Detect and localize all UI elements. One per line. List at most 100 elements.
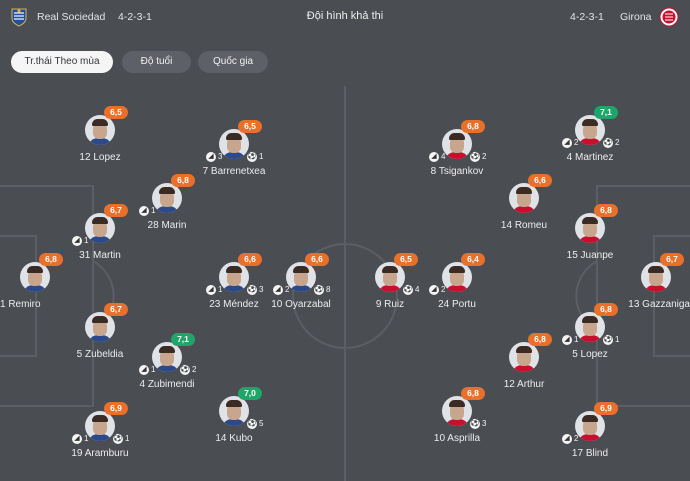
goals-count: 2 [482, 152, 487, 161]
avatar-shirt [23, 285, 47, 292]
player-rating-badge: 7,0 [238, 387, 262, 400]
player-avatar[interactable] [152, 342, 182, 372]
avatar-shirt [378, 285, 402, 292]
goals-stat: ⚽ 2 [603, 137, 619, 148]
assists-stat: ◢ 1 [139, 364, 155, 375]
avatar-shirt [88, 236, 112, 243]
player-avatar[interactable] [219, 129, 249, 159]
avatar-shirt [445, 152, 469, 159]
player-name: 10 Oyarzabal [271, 299, 331, 310]
player-avatar[interactable] [442, 129, 472, 159]
goals-stat: ⚽ 3 [247, 284, 263, 295]
assists-count: 1 [574, 335, 579, 344]
avatar-hair [92, 217, 108, 224]
player-avatar[interactable] [509, 183, 539, 213]
assists-stat: ◢ 3 [206, 151, 222, 162]
ball-icon: ⚽ [247, 418, 257, 429]
avatar-shirt [88, 138, 112, 145]
goals-stat: ⚽ 3 [470, 418, 486, 429]
assists-count: 1 [151, 206, 156, 215]
girona-crest-icon[interactable] [659, 7, 679, 27]
avatar-hair [92, 415, 108, 422]
avatar-shirt [512, 365, 536, 372]
avatar-hair [582, 415, 598, 422]
avatar-hair [92, 316, 108, 323]
tab-age[interactable]: Độ tuổi [122, 51, 191, 73]
player-avatar[interactable] [575, 115, 605, 145]
player-avatar[interactable] [85, 115, 115, 145]
avatar-hair [226, 400, 242, 407]
assists-stat: ◢ 2 [273, 284, 289, 295]
ball-icon: ⚽ [470, 418, 480, 429]
player-avatar[interactable] [575, 411, 605, 441]
player-name: 13 Gazzaniga [628, 299, 690, 310]
player-rating-badge: 6,6 [238, 253, 262, 266]
player-rating-badge: 6,7 [104, 204, 128, 217]
avatar-hair [582, 119, 598, 126]
player-rating-badge: 6,7 [660, 253, 684, 266]
boot-icon: ◢ [72, 235, 82, 246]
goals-stat: ⚽ 1 [113, 433, 129, 444]
player-avatar[interactable] [575, 213, 605, 243]
player-rating-badge: 6,5 [238, 120, 262, 133]
tab-nationality[interactable]: Quốc gia [198, 51, 268, 73]
avatar-hair [92, 119, 108, 126]
goals-stat: ⚽ 1 [247, 151, 263, 162]
ball-icon: ⚽ [247, 151, 257, 162]
match-header: Real Sociedad 4-2-3-1 Đội hình khả thi 4… [0, 0, 690, 34]
avatar-shirt [155, 206, 179, 213]
goals-stat: ⚽ 1 [603, 334, 619, 345]
player-rating-badge: 6,8 [594, 204, 618, 217]
assists-count: 2 [285, 285, 290, 294]
player-rating-badge: 6,8 [528, 333, 552, 346]
ball-icon: ⚽ [113, 433, 123, 444]
goals-count: 1 [125, 434, 130, 443]
goals-count: 1 [615, 335, 620, 344]
player-avatar[interactable] [286, 262, 316, 292]
assists-stat: ◢ 4 [429, 151, 445, 162]
player-avatar[interactable] [20, 262, 50, 292]
avatar-hair [449, 400, 465, 407]
player-avatar[interactable] [442, 262, 472, 292]
player-rating-badge: 6,8 [461, 120, 485, 133]
player-name: 31 Martin [79, 250, 121, 261]
player-avatar[interactable] [85, 411, 115, 441]
avatar-shirt [578, 236, 602, 243]
avatar-hair [159, 346, 175, 353]
player-avatar[interactable] [85, 213, 115, 243]
player-name: 19 Aramburu [71, 448, 129, 459]
assists-count: 1 [84, 434, 89, 443]
player-name: 7 Barrenetxea [202, 166, 266, 177]
avatar-hair [293, 266, 309, 273]
player-avatar[interactable] [509, 342, 539, 372]
avatar-shirt [578, 335, 602, 342]
player-name: 14 Romeu [500, 220, 548, 231]
avatar-shirt [222, 419, 246, 426]
goals-count: 2 [192, 365, 197, 374]
ball-icon: ⚽ [603, 334, 613, 345]
player-avatar[interactable] [442, 396, 472, 426]
assists-count: 3 [218, 152, 223, 161]
player-avatar[interactable] [641, 262, 671, 292]
avatar-hair [516, 187, 532, 194]
player-avatar[interactable] [219, 396, 249, 426]
player-name: 12 Lopez [79, 152, 121, 163]
assists-count: 1 [84, 236, 89, 245]
player-avatar[interactable] [152, 183, 182, 213]
player-name: 15 Juanpe [566, 250, 614, 261]
avatar-hair [449, 266, 465, 273]
boot-icon: ◢ [139, 364, 149, 375]
away-team-name[interactable]: Girona [620, 11, 652, 23]
ball-icon: ⚽ [470, 151, 480, 162]
player-avatar[interactable] [219, 262, 249, 292]
avatar-shirt [445, 419, 469, 426]
assists-stat: ◢ 1 [72, 433, 88, 444]
player-avatar[interactable] [575, 312, 605, 342]
avatar-hair [582, 316, 598, 323]
assists-stat: ◢ 1 [562, 334, 578, 345]
player-rating-badge: 6,8 [461, 387, 485, 400]
tab-season-form[interactable]: Tr.thái Theo mùa [11, 51, 113, 73]
player-avatar[interactable] [85, 312, 115, 342]
player-name: 5 Zubeldia [76, 349, 124, 360]
player-avatar[interactable] [375, 262, 405, 292]
